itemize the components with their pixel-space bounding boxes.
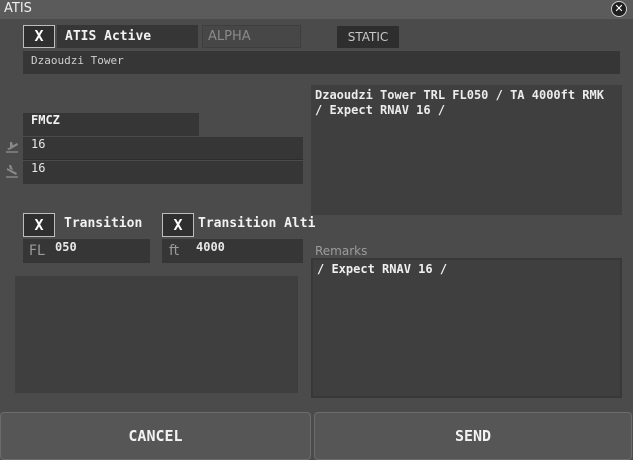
atis-letter-field[interactable]: ALPHA: [202, 25, 301, 48]
departure-runway-field[interactable]: 16: [23, 137, 303, 160]
atis-window: ATIS ✕ X ATIS Active ALPHA STATIC Dzaoud…: [0, 0, 633, 460]
plane-arrival-icon: [4, 163, 22, 181]
fl-unit-label: FL: [29, 243, 45, 259]
transition-level-label: Transition: [64, 216, 143, 231]
airport-icao-field[interactable]: FMCZ: [23, 113, 199, 136]
atis-preview-text: Dzaoudzi Tower TRL FL050 / TA 4000ft RMK…: [315, 88, 604, 117]
transition-altitude-field[interactable]: ft 4000: [162, 239, 303, 263]
arrival-runway-field[interactable]: 16: [23, 161, 303, 184]
empty-panel: [15, 276, 298, 393]
atis-active-checkbox[interactable]: X: [23, 25, 55, 48]
window-title: ATIS: [4, 1, 32, 16]
title-bar: ATIS ✕: [0, 0, 633, 19]
station-name-field[interactable]: Dzaoudzi Tower: [23, 51, 620, 74]
ft-unit-label: ft: [169, 243, 180, 259]
transition-level-checkbox[interactable]: X: [23, 213, 55, 237]
atis-active-label: ATIS Active: [57, 25, 198, 48]
plane-departure-icon: [4, 139, 22, 157]
transition-altitude-checkbox[interactable]: X: [162, 213, 194, 237]
cancel-button[interactable]: CANCEL: [0, 412, 311, 460]
remarks-textarea[interactable]: / Expect RNAV 16 /: [311, 258, 622, 398]
remarks-label: Remarks: [315, 244, 368, 258]
transition-altitude-value: 4000: [196, 240, 225, 254]
transition-level-field[interactable]: FL 050: [23, 239, 150, 263]
transition-level-value: 050: [55, 240, 77, 254]
static-button[interactable]: STATIC: [337, 26, 399, 48]
close-icon[interactable]: ✕: [611, 1, 627, 17]
transition-altitude-label: Transition Alti: [198, 216, 316, 231]
atis-preview-box: Dzaoudzi Tower TRL FL050 / TA 4000ft RMK…: [311, 85, 622, 215]
send-button[interactable]: SEND: [314, 412, 632, 460]
